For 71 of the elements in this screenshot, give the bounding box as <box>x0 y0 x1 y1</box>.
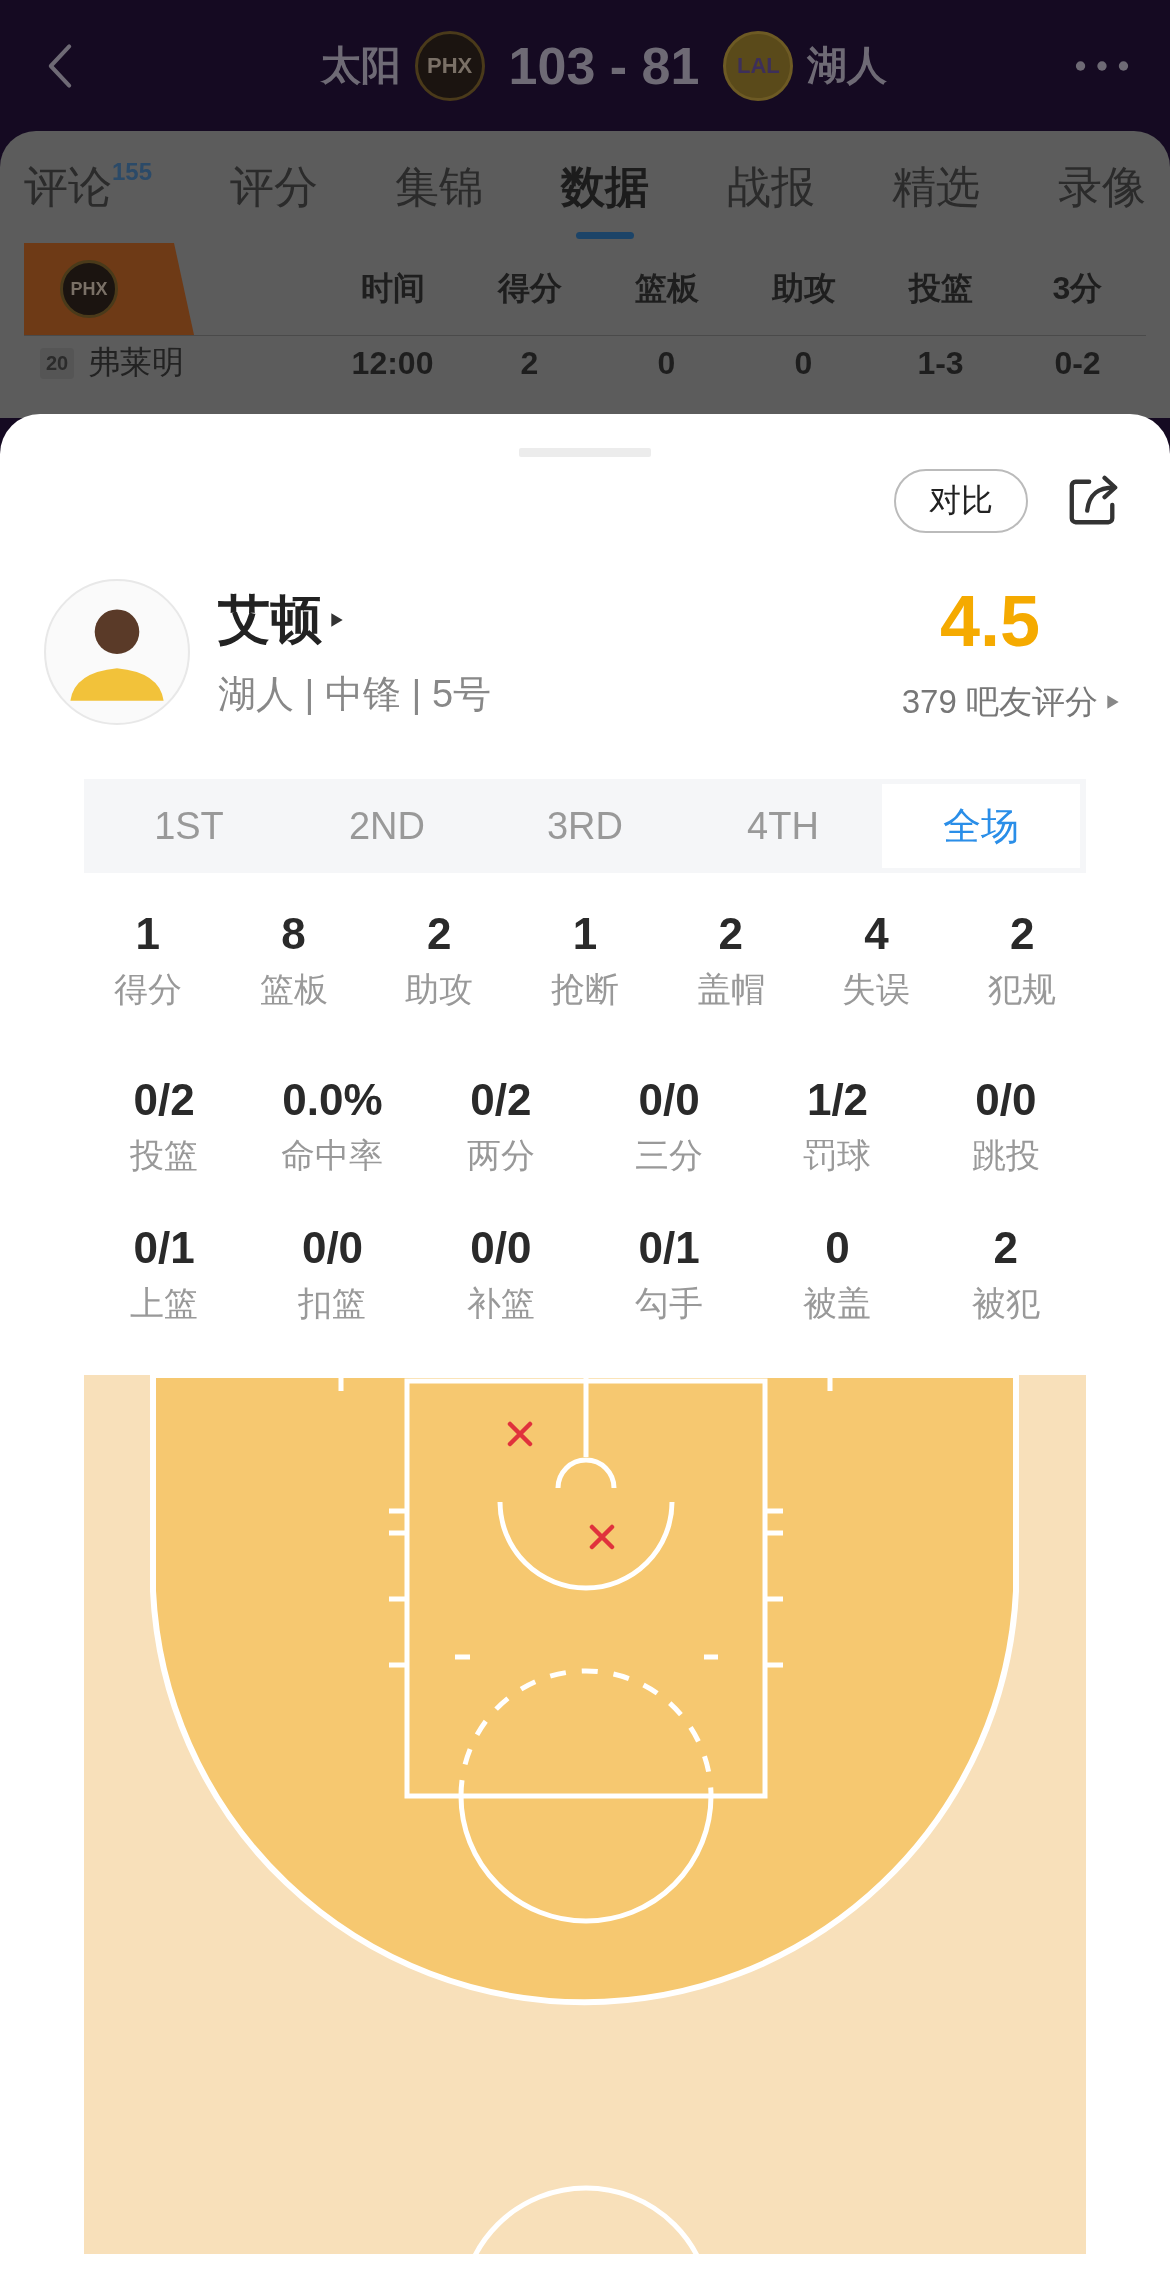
table-cell-text: 12:00 <box>350 344 435 382</box>
table-cell-text: 0 <box>793 344 814 382</box>
team-name: 湖人 <box>807 42 888 89</box>
stat-value: 0/2 <box>133 1075 195 1125</box>
score: 103 - 81 <box>508 35 700 96</box>
period-tab[interactable]: 全场 <box>882 784 1080 868</box>
stat-value: 8 <box>281 909 306 959</box>
stat-label: 命中率 <box>281 1135 384 1176</box>
stat-value: 1 <box>572 909 598 959</box>
stat-value: 4 <box>864 909 889 959</box>
stat-label: 三分 <box>635 1135 704 1176</box>
stat-label: 盖帽 <box>696 969 765 1010</box>
stat-value: 1 <box>135 909 161 959</box>
stat-value: 2 <box>427 909 452 959</box>
stat-label: 勾手 <box>635 1283 704 1324</box>
period-tab[interactable]: 2ND <box>288 784 486 868</box>
stat-label: 上篮 <box>130 1283 199 1324</box>
table-cell-text: 2 <box>519 344 540 382</box>
stat-label: 扣篮 <box>298 1283 367 1324</box>
stat-value: 2 <box>1009 909 1035 959</box>
team-logo: LAL <box>723 30 794 101</box>
stat-label: 犯规 <box>988 969 1057 1010</box>
rating-score: 4.5 <box>939 579 1040 662</box>
stat-value: 0/0 <box>470 1223 532 1273</box>
stat-value: 2 <box>993 1223 1019 1273</box>
stat-label: 跳投 <box>971 1135 1040 1176</box>
column-header: 篮板 <box>633 269 700 308</box>
column-header: 得分 <box>496 269 563 308</box>
stat-label: 两分 <box>466 1135 535 1176</box>
stat-value: 0 <box>825 1223 850 1273</box>
stat-label: 篮板 <box>259 969 328 1010</box>
stat-label: 补篮 <box>466 1283 535 1324</box>
caret-icon[interactable] <box>330 611 344 628</box>
stat-value: 0/1 <box>133 1223 195 1273</box>
table-cell-text: 1-3 <box>916 344 965 382</box>
period-tab[interactable]: 1ST <box>90 784 288 868</box>
team-name: 太阳 <box>320 42 401 89</box>
column-header: 时间 <box>359 269 426 308</box>
stat-value: 2 <box>718 909 743 959</box>
table-cell-text: 0-2 <box>1053 344 1102 382</box>
stat-label: 抢断 <box>551 969 619 1010</box>
stat-value: 0/1 <box>638 1223 700 1273</box>
period-tab[interactable]: 3RD <box>486 784 684 868</box>
stat-value: 0/0 <box>301 1223 364 1273</box>
column-header: 助攻 <box>770 269 837 308</box>
rating-count[interactable]: 379 吧友评分 <box>901 679 1098 725</box>
column-header: 投篮 <box>907 269 974 308</box>
stat-value: 0/2 <box>470 1075 532 1125</box>
stat-value: 0.0% <box>282 1075 383 1125</box>
compare-button[interactable]: 对比 <box>894 469 1028 533</box>
stat-label: 罚球 <box>803 1135 872 1176</box>
more-icon[interactable] <box>1074 58 1130 73</box>
stat-value: 0/0 <box>638 1075 700 1125</box>
tab[interactable]: 数据 <box>561 135 649 239</box>
stat-label: 被犯 <box>971 1283 1040 1324</box>
team-logo: PHX <box>60 260 118 318</box>
column-header: 3分 <box>1051 269 1104 308</box>
stat-label: 投篮 <box>130 1135 199 1176</box>
back-icon[interactable] <box>46 42 74 89</box>
table-cell-text: 0 <box>656 344 677 382</box>
team-logo: PHX <box>414 30 485 101</box>
stat-value: 0/0 <box>975 1075 1037 1125</box>
player-name: 弗莱明 <box>88 343 185 382</box>
stat-label: 得分 <box>113 969 182 1010</box>
stat-value: 1/2 <box>806 1075 869 1125</box>
stat-label: 助攻 <box>405 969 474 1010</box>
player-info: 湖人 | 中锋 | 5号 <box>218 671 493 717</box>
player-name[interactable]: 艾顿 <box>218 584 322 655</box>
stat-label: 失误 <box>842 969 911 1010</box>
stat-label: 被盖 <box>803 1283 872 1324</box>
period-tab[interactable]: 4TH <box>684 784 882 868</box>
